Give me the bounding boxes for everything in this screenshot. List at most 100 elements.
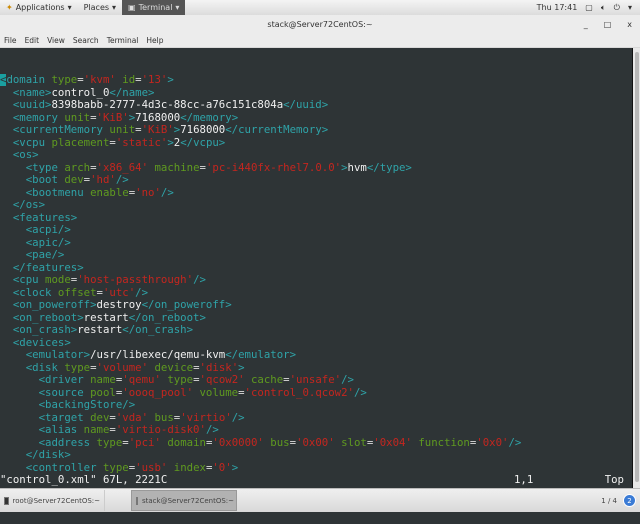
code-token: <backingStore/> xyxy=(0,398,136,411)
scrollbar-thumb[interactable] xyxy=(635,52,639,482)
close-button[interactable]: x xyxy=(627,15,632,34)
code-token: <emulator> xyxy=(0,348,91,361)
code-token: 'vda' xyxy=(115,410,149,424)
code-line: <pae/> xyxy=(0,248,632,262)
applications-menu[interactable]: ✦ Applications ▾ xyxy=(0,0,78,15)
code-token: <uuid> xyxy=(0,98,52,111)
code-token: hvm xyxy=(347,160,367,174)
code-token: > xyxy=(231,460,239,474)
code-token: type xyxy=(96,435,123,449)
code-token: <on_crash> xyxy=(0,323,78,336)
code-token: <type xyxy=(0,160,65,174)
code-token: unit xyxy=(109,123,136,136)
workspace-indicator[interactable]: 1 / 4 xyxy=(601,497,617,505)
code-token: name xyxy=(90,373,116,386)
code-line: <acpi/> xyxy=(0,223,632,237)
maximize-button[interactable]: □ xyxy=(604,15,612,34)
power-icon[interactable]: ⏻ xyxy=(614,3,620,13)
scrollbar[interactable] xyxy=(633,48,640,488)
code-token: 7168000 xyxy=(180,123,226,136)
code-token: 'disk' xyxy=(199,360,239,374)
code-token: dev xyxy=(90,410,110,424)
code-token: > xyxy=(238,360,245,374)
code-token: 'qcow2' xyxy=(199,373,245,386)
code-token: 'host-passthrough' xyxy=(77,273,194,286)
code-token: <currentMemory xyxy=(0,123,110,136)
code-token: <vcpu xyxy=(0,135,52,149)
menu-help[interactable]: Help xyxy=(146,36,163,45)
code-token: /> xyxy=(160,185,174,199)
menu-edit[interactable]: Edit xyxy=(25,36,40,45)
code-token: slot xyxy=(334,435,367,449)
code-token: 'oooq_pool' xyxy=(122,385,194,399)
code-token: <driver xyxy=(0,373,91,386)
code-token: <memory xyxy=(0,110,65,124)
code-token: 'usb' xyxy=(135,460,168,474)
code-token: </emulator> xyxy=(225,348,296,361)
code-token: </name> xyxy=(109,85,155,99)
terminal-output[interactable]: <domain type='kvm' id='13'> <name>contro… xyxy=(0,48,633,498)
code-token: </os> xyxy=(0,198,46,211)
file-info: "control_0.xml" 67L, 2221C xyxy=(0,473,168,486)
volume-icon[interactable]: 🔈︎ xyxy=(601,3,606,13)
code-line: <apic/> xyxy=(0,235,632,250)
code-token: 'hd' xyxy=(90,173,116,186)
code-token: 'volume' xyxy=(96,360,149,374)
code-token: 'unsafe' xyxy=(289,373,342,386)
code-token: placement xyxy=(51,135,110,149)
code-line: </os> xyxy=(0,198,632,212)
terminal-icon xyxy=(136,496,138,505)
chevron-down-icon: ▾ xyxy=(112,3,117,12)
menu-search[interactable]: Search xyxy=(73,36,99,45)
applications-icon: ✦ xyxy=(6,3,13,12)
code-token: bus xyxy=(263,435,290,449)
code-line: <address type='pci' domain='0x0000' bus=… xyxy=(0,435,632,450)
clock[interactable]: Thu 17:41 xyxy=(537,3,578,12)
notification-badge[interactable]: 2 xyxy=(623,494,636,507)
code-token: dev xyxy=(64,173,84,186)
code-token: restart xyxy=(83,310,129,324)
minimize-button[interactable]: _ xyxy=(584,15,588,34)
menu-terminal[interactable]: Terminal xyxy=(107,36,139,45)
code-token: <bootmenu xyxy=(0,185,91,199)
code-token: <apic/> xyxy=(0,235,71,249)
code-token: /> xyxy=(508,435,522,449)
task-stack-terminal[interactable]: stack@Server72CentOS:~ xyxy=(131,490,237,511)
window-titlebar[interactable]: stack@Server72CentOS:~ _ □ x xyxy=(0,15,640,34)
code-token: 'control_0.qcow2' xyxy=(244,385,354,399)
code-token: <target xyxy=(0,410,91,424)
vim-buffer: <domain type='kvm' id='13'> <name>contro… xyxy=(0,74,632,499)
code-token: offset xyxy=(57,285,97,299)
code-line: <features> xyxy=(0,210,632,225)
terminal-icon xyxy=(4,496,9,505)
code-token: /> xyxy=(205,423,219,436)
window-title: stack@Server72CentOS:~ xyxy=(267,20,373,29)
terminal-app-menu[interactable]: ▣ Terminal ▾ xyxy=(122,0,186,15)
code-token: type xyxy=(64,360,91,374)
code-token: '0' xyxy=(212,460,232,474)
code-line: <bootmenu enable='no'/> xyxy=(0,185,632,200)
places-menu[interactable]: Places ▾ xyxy=(78,0,122,15)
code-token: </disk> xyxy=(0,448,71,461)
code-token: <disk xyxy=(0,360,65,374)
code-token: /usr/libexec/qemu-kvm xyxy=(90,348,226,361)
code-token: '13' xyxy=(141,74,168,86)
chevron-down-icon[interactable]: ▾ xyxy=(628,3,632,12)
menu-bar: File Edit View Search Terminal Help xyxy=(0,34,640,48)
code-token: <on_poweroff> xyxy=(0,298,97,311)
code-token: function xyxy=(411,435,470,449)
code-token: <acpi/> xyxy=(0,223,71,236)
code-token: <alias xyxy=(0,423,84,436)
code-token: pool xyxy=(90,385,116,399)
menu-file[interactable]: File xyxy=(4,36,17,45)
code-token: type xyxy=(51,74,78,86)
screen-icon[interactable]: ▢ xyxy=(585,3,593,12)
task-root-terminal[interactable]: root@Server72CentOS:~ xyxy=(0,490,105,511)
code-token: <features> xyxy=(0,210,78,224)
code-token: bus xyxy=(148,410,174,424)
code-line: <vcpu placement='static'>2</vcpu> xyxy=(0,135,632,150)
menu-view[interactable]: View xyxy=(47,36,65,45)
code-token: <cpu xyxy=(0,273,46,286)
code-token: '0x0000' xyxy=(212,435,264,449)
code-token: cache xyxy=(244,373,284,386)
